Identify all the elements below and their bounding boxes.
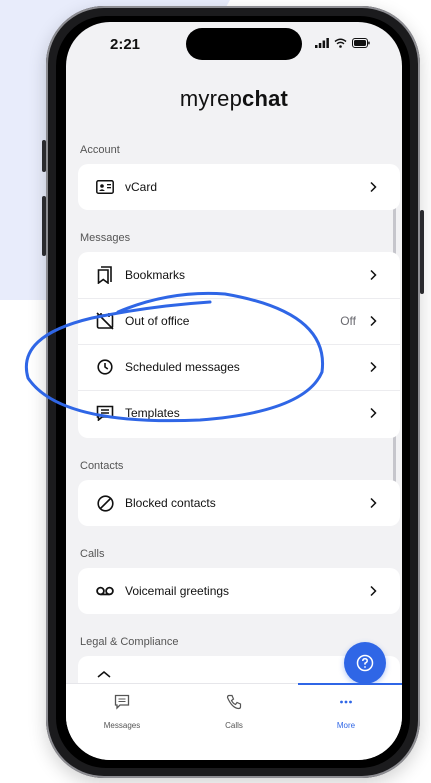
- menu-item-templates[interactable]: Templates: [78, 390, 400, 436]
- active-tab-indicator: [298, 683, 402, 685]
- menu-item-vcard[interactable]: vCard: [78, 164, 400, 210]
- section-label-messages: Messages: [80, 232, 131, 244]
- side-button: [420, 210, 424, 294]
- bookmarks-icon: [95, 265, 115, 285]
- tab-label: Calls: [225, 721, 243, 730]
- brand-prefix: myrep: [179, 86, 243, 111]
- tab-more[interactable]: More: [306, 694, 386, 730]
- status-icons: [315, 38, 370, 48]
- clock-icon: [95, 357, 115, 377]
- more-icon: [340, 700, 352, 704]
- menu-item-label: Blocked contacts: [125, 496, 216, 510]
- voicemail-icon: [95, 581, 115, 601]
- side-button: [42, 140, 46, 172]
- templates-icon: [95, 403, 115, 423]
- legal-item-icon: [97, 671, 111, 678]
- app-screen: 2:21 myrepchat Account vCard Messages Bo…: [66, 22, 402, 760]
- help-button[interactable]: [344, 642, 386, 684]
- tab-bar: Messages Calls More: [66, 683, 402, 760]
- chevron-right-icon: [370, 585, 377, 597]
- signal-icon: [315, 38, 329, 48]
- chevron-right-icon: [370, 361, 377, 373]
- tab-messages[interactable]: Messages: [82, 694, 162, 730]
- section-label-account: Account: [80, 144, 120, 156]
- menu-item-label: Templates: [125, 406, 180, 420]
- vcard-icon: [95, 177, 115, 197]
- brand-suffix: chat: [242, 86, 289, 111]
- menu-item-label: Voicemail greetings: [125, 584, 230, 598]
- menu-item-bookmarks[interactable]: Bookmarks: [78, 252, 400, 299]
- tab-calls[interactable]: Calls: [194, 694, 274, 730]
- messages-card: Bookmarks Out of office Off Scheduled me…: [78, 252, 400, 438]
- chevron-right-icon: [370, 181, 377, 193]
- status-bar: 2:21: [66, 22, 402, 70]
- chevron-right-icon: [370, 315, 377, 327]
- out-of-office-icon: [95, 311, 115, 331]
- chevron-right-icon: [370, 497, 377, 509]
- out-of-office-status: Off: [340, 314, 356, 328]
- menu-item-label: Bookmarks: [125, 268, 186, 282]
- tab-label: Messages: [103, 721, 141, 730]
- menu-item-out-of-office[interactable]: Out of office Off: [78, 298, 400, 345]
- menu-item-label: Out of office: [125, 314, 190, 328]
- wifi-icon: [334, 38, 347, 48]
- section-label-contacts: Contacts: [80, 460, 124, 472]
- contacts-card: Blocked contacts: [78, 480, 400, 526]
- tab-label: More: [336, 721, 356, 730]
- menu-item-label: vCard: [125, 180, 158, 194]
- blocked-icon: [95, 493, 115, 513]
- dynamic-island: [186, 28, 302, 60]
- chevron-right-icon: [370, 269, 377, 281]
- status-time: 2:21: [110, 36, 141, 53]
- menu-item-voicemail-greetings[interactable]: Voicemail greetings: [78, 568, 400, 614]
- menu-item-scheduled-messages[interactable]: Scheduled messages: [78, 344, 400, 391]
- calls-card: Voicemail greetings: [78, 568, 400, 614]
- section-label-legal: Legal & Compliance: [80, 636, 179, 648]
- phone-icon: [226, 694, 242, 710]
- battery-icon: [352, 38, 370, 48]
- message-icon: [114, 694, 130, 710]
- account-card: vCard: [78, 164, 400, 210]
- section-label-calls: Calls: [80, 548, 105, 560]
- app-logo: myrepchat: [66, 86, 402, 112]
- menu-item-blocked-contacts[interactable]: Blocked contacts: [78, 480, 400, 526]
- chevron-right-icon: [370, 407, 377, 419]
- help-icon: [356, 654, 374, 672]
- side-button: [42, 196, 46, 256]
- menu-item-label: Scheduled messages: [125, 360, 240, 374]
